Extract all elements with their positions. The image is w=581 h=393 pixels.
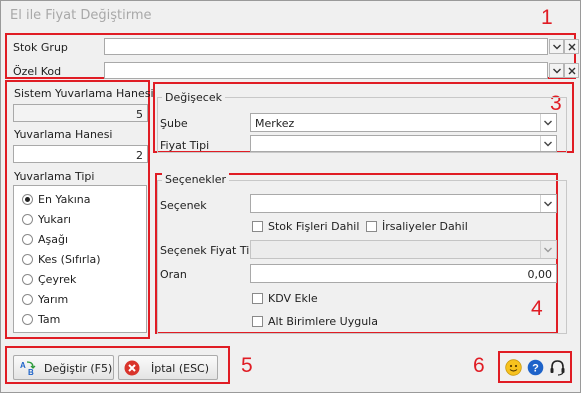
checkbox-box[interactable] — [252, 293, 263, 304]
secenek-fiyat-tipi-dropdown-button[interactable] — [540, 241, 556, 258]
radio-button[interactable] — [22, 254, 33, 265]
fiyat-tipi-select[interactable] — [250, 135, 557, 152]
annotation-number-1: 1 — [541, 6, 553, 29]
kdv-ekle-checkbox[interactable]: KDV Ekle — [252, 292, 352, 306]
radio-label: Kes (Sıfırla) — [38, 253, 101, 266]
support-headset-icon[interactable] — [549, 359, 566, 376]
radio-button[interactable] — [22, 274, 33, 285]
alt-birimlere-uygula-checkbox[interactable]: Alt Birimlere Uygula — [252, 315, 382, 329]
sistem-yuvarlama-label: Sistem Yuvarlama Hanesi — [14, 87, 154, 100]
secenek-fiyat-tipi-select[interactable] — [250, 240, 557, 259]
secenek-dropdown-button[interactable] — [540, 195, 556, 212]
smiley-icon[interactable] — [505, 359, 522, 376]
iptal-button[interactable]: İptal (ESC) — [118, 355, 218, 380]
svg-text:?: ? — [532, 363, 539, 375]
sube-label: Şube — [160, 117, 188, 130]
yuvarlama-hanesi-label: Yuvarlama Hanesi — [14, 128, 113, 141]
yuvarlama-hanesi-input[interactable]: 2 — [13, 145, 148, 163]
radio-option-asagi[interactable]: Aşağı — [22, 233, 142, 247]
radio-label: Çeyrek — [38, 273, 77, 286]
secenekler-legend: Seçenekler — [162, 173, 230, 186]
close-icon — [568, 43, 576, 51]
radio-label: Aşağı — [38, 233, 69, 246]
sube-dropdown-button[interactable] — [540, 114, 556, 131]
checkbox-label: KDV Ekle — [268, 292, 318, 305]
chevron-down-icon — [553, 44, 561, 50]
radio-option-en-yakina[interactable]: En Yakına — [22, 193, 142, 207]
stok-grup-dropdown-button[interactable] — [549, 39, 564, 54]
degistir-button-label: Değiştir (F5) — [44, 362, 113, 375]
ozel-kod-clear-button[interactable] — [564, 63, 579, 78]
radio-option-yukari[interactable]: Yukarı — [22, 213, 142, 227]
chevron-down-icon — [544, 120, 552, 125]
radio-option-tam[interactable]: Tam — [22, 313, 142, 327]
stok-fisleri-checkbox[interactable]: Stok Fişleri Dahil — [252, 220, 359, 234]
stok-grup-label: Stok Grup — [13, 41, 68, 54]
degistir-button[interactable]: A B Değiştir (F5) — [13, 355, 114, 380]
radio-label: Yukarı — [38, 213, 71, 226]
checkbox-label: İrsaliyeler Dahil — [382, 220, 468, 233]
annotation-number-6: 6 — [473, 354, 485, 377]
radio-label: En Yakına — [38, 193, 91, 206]
radio-button[interactable] — [22, 234, 33, 245]
secenek-fiyat-tipi-label: Seçenek Fiyat Tipi — [160, 244, 260, 257]
fiyat-tipi-dropdown-button[interactable] — [540, 136, 556, 151]
ozel-kod-label: Özel Kod — [13, 65, 62, 78]
irsaliyeler-checkbox[interactable]: İrsaliyeler Dahil — [366, 220, 468, 234]
checkbox-box[interactable] — [252, 316, 263, 327]
secenek-select[interactable] — [250, 194, 557, 213]
oran-input[interactable]: 0,00 — [250, 264, 557, 283]
sistem-yuvarlama-field: 5 — [13, 104, 148, 122]
chevron-down-icon — [544, 247, 552, 252]
checkbox-label: Alt Birimlere Uygula — [268, 315, 378, 328]
svg-text:B: B — [28, 368, 34, 376]
radio-option-yarim[interactable]: Yarım — [22, 293, 142, 307]
degisecek-legend: Değişecek — [162, 91, 225, 104]
radio-button[interactable] — [22, 294, 33, 305]
stok-grup-input[interactable] — [104, 38, 548, 55]
checkbox-box[interactable] — [252, 221, 263, 232]
radio-button[interactable] — [22, 314, 33, 325]
chevron-down-icon — [544, 141, 552, 146]
iptal-button-label: İptal (ESC) — [151, 362, 210, 375]
fiyat-tipi-label: Fiyat Tipi — [160, 139, 210, 152]
radio-button[interactable] — [22, 194, 33, 205]
svg-text:A: A — [20, 361, 26, 370]
help-icon[interactable]: ? — [527, 359, 544, 376]
radio-label: Tam — [38, 313, 61, 326]
chevron-down-icon — [553, 68, 561, 74]
cancel-icon — [124, 360, 140, 376]
chevron-down-icon — [544, 201, 552, 206]
radio-label: Yarım — [38, 293, 69, 306]
radio-option-kes[interactable]: Kes (Sıfırla) — [22, 253, 142, 267]
window-title: El ile Fiyat Değiştirme — [10, 8, 152, 23]
close-icon — [568, 67, 576, 75]
oran-label: Oran — [160, 268, 187, 281]
radio-option-ceyrek[interactable]: Çeyrek — [22, 273, 142, 287]
stok-grup-clear-button[interactable] — [564, 39, 579, 54]
sube-value: Merkez — [255, 117, 295, 130]
sube-select[interactable]: Merkez — [250, 113, 557, 132]
ozel-kod-dropdown-button[interactable] — [549, 63, 564, 78]
secenek-label: Seçenek — [160, 199, 207, 212]
yuvarlama-tipi-label: Yuvarlama Tipi — [14, 170, 95, 183]
checkbox-box[interactable] — [366, 221, 377, 232]
checkbox-label: Stok Fişleri Dahil — [268, 220, 360, 233]
annotation-number-5: 5 — [241, 354, 253, 377]
radio-button[interactable] — [22, 214, 33, 225]
replace-icon: A B — [20, 361, 36, 376]
ozel-kod-input[interactable] — [104, 62, 548, 79]
